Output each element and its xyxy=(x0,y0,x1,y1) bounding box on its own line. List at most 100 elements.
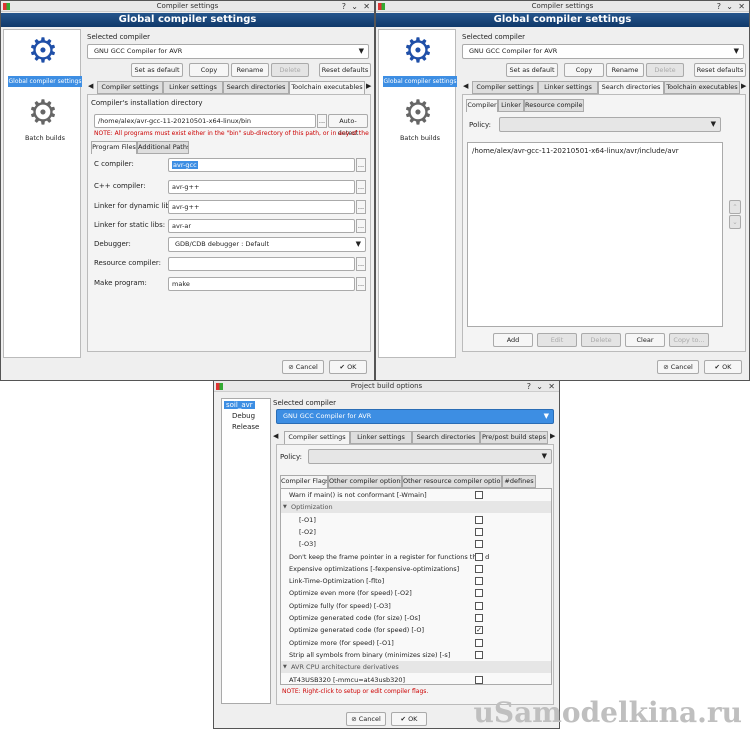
delete-dir-button[interactable]: Delete xyxy=(581,333,621,347)
sidebar-item-global[interactable]: Global compiler settings xyxy=(8,76,82,87)
expand-icon[interactable]: ▼ xyxy=(283,661,287,673)
flag-checkbox[interactable] xyxy=(475,515,483,524)
minimize-icon[interactable]: ⌄ xyxy=(351,1,358,12)
auto-detect-button[interactable]: Auto-detect xyxy=(328,114,368,137)
tab-compiler-settings[interactable]: Compiler settings xyxy=(284,431,350,444)
linker-dynamic-browse-button[interactable]: ... xyxy=(356,200,366,214)
make-program-browse-button[interactable]: ... xyxy=(356,277,366,291)
rename-button[interactable]: Rename xyxy=(231,63,269,77)
close-icon[interactable]: ✕ xyxy=(363,1,370,12)
tab-scroll-right-icon[interactable]: ▶ xyxy=(366,82,371,90)
tab-linker-settings[interactable]: Linker settings xyxy=(538,81,598,94)
flag-group[interactable]: ▼ AVR CPU architecture derivatives xyxy=(281,661,551,674)
tab-scroll-right-icon[interactable]: ▶ xyxy=(741,82,746,90)
compiler-dropdown[interactable]: GNU GCC Compiler for AVR ▼ xyxy=(276,409,554,424)
sidebar-item-global[interactable]: Global compiler settings xyxy=(383,76,457,87)
flag-checkbox[interactable] xyxy=(475,564,483,573)
flag-checkbox[interactable] xyxy=(475,589,483,598)
help-icon[interactable]: ? xyxy=(342,1,346,12)
tab-scroll-left-icon[interactable]: ◀ xyxy=(463,82,468,90)
linker-static-browse-button[interactable]: ... xyxy=(356,219,366,233)
subtab-other-compiler-options[interactable]: Other compiler options xyxy=(328,475,402,488)
sidebar-item-batch[interactable]: Batch builds xyxy=(383,134,457,142)
make-program-input[interactable]: make xyxy=(168,277,355,291)
sidebar-item-batch[interactable]: Batch builds xyxy=(8,134,82,142)
clear-dirs-button[interactable]: Clear xyxy=(625,333,665,347)
flag-row[interactable]: [-O2] xyxy=(281,526,551,538)
flag-row[interactable]: Warn if main() is not conformant [-Wmain… xyxy=(281,489,551,501)
tree-item-root[interactable]: soil_avr xyxy=(224,401,255,409)
subtab-linker[interactable]: Linker xyxy=(498,99,524,112)
flag-checkbox[interactable] xyxy=(475,540,483,549)
flag-row[interactable]: [-O3] xyxy=(281,538,551,550)
debugger-dropdown[interactable]: GDB/CDB debugger : Default ▼ xyxy=(168,237,366,252)
flag-row[interactable]: Strip all symbols from binary (minimizes… xyxy=(281,649,551,661)
ok-button[interactable]: ✔ OK xyxy=(704,360,742,374)
flag-checkbox[interactable] xyxy=(475,577,483,586)
tab-linker-settings[interactable]: Linker settings xyxy=(163,81,223,94)
flag-row[interactable]: [-O1] xyxy=(281,514,551,526)
policy-dropdown[interactable]: ▼ xyxy=(499,117,721,132)
move-up-button[interactable]: ⌃ xyxy=(729,200,741,214)
c-compiler-browse-button[interactable]: ... xyxy=(356,158,366,172)
flag-row[interactable]: Optimize fully (for speed) [-O3] xyxy=(281,600,551,612)
policy-dropdown[interactable]: ▼ xyxy=(308,449,552,464)
tab-scroll-right-icon[interactable]: ▶ xyxy=(550,432,555,440)
close-icon[interactable]: ✕ xyxy=(738,1,745,12)
delete-button[interactable]: Delete xyxy=(646,63,684,77)
expand-icon[interactable]: ▼ xyxy=(283,501,287,513)
edit-dir-button[interactable]: Edit xyxy=(537,333,577,347)
flag-checkbox[interactable] xyxy=(475,675,483,684)
close-icon[interactable]: ✕ xyxy=(548,381,555,392)
subtab-program-files[interactable]: Program Files xyxy=(91,141,137,154)
tab-linker-settings[interactable]: Linker settings xyxy=(350,431,412,444)
flag-row[interactable]: Expensive optimizations [-fexpensive-opt… xyxy=(281,563,551,575)
resource-compiler-browse-button[interactable]: ... xyxy=(356,257,366,271)
set-default-button[interactable]: Set as default xyxy=(131,63,183,77)
flag-checkbox[interactable] xyxy=(475,491,483,499)
tab-compiler-settings[interactable]: Compiler settings xyxy=(472,81,538,94)
linker-dynamic-input[interactable]: avr-g++ xyxy=(168,200,355,214)
copy-button[interactable]: Copy xyxy=(189,63,229,77)
help-icon[interactable]: ? xyxy=(527,381,531,392)
flag-row[interactable]: Optimize more (for speed) [-O1] xyxy=(281,637,551,649)
subtab-defines[interactable]: #defines xyxy=(502,475,536,488)
linker-static-input[interactable]: avr-ar xyxy=(168,219,355,233)
flag-row[interactable]: Optimize generated code (for size) [-Os] xyxy=(281,612,551,624)
ok-button[interactable]: ✔ OK xyxy=(329,360,367,374)
flag-row[interactable]: Link-Time-Optimization [-flto] xyxy=(281,575,551,587)
tab-scroll-left-icon[interactable]: ◀ xyxy=(88,82,93,90)
directory-list[interactable]: /home/alex/avr-gcc-11-20210501-x64-linux… xyxy=(467,142,723,327)
flag-row[interactable]: Don't keep the frame pointer in a regist… xyxy=(281,551,551,563)
tab-scroll-left-icon[interactable]: ◀ xyxy=(273,432,278,440)
tab-search-directories[interactable]: Search directories xyxy=(412,431,480,444)
tab-toolchain-executables[interactable]: Toolchain executables xyxy=(664,81,740,94)
tab-compiler-settings[interactable]: Compiler settings xyxy=(97,81,163,94)
move-down-button[interactable]: ⌄ xyxy=(729,215,741,229)
reset-defaults-button[interactable]: Reset defaults xyxy=(319,63,371,77)
set-default-button[interactable]: Set as default xyxy=(506,63,558,77)
compiler-flags-list[interactable]: Warn if main() is not conformant [-Wmain… xyxy=(280,488,552,685)
cancel-button[interactable]: ⊘ Cancel xyxy=(346,712,386,726)
add-dir-button[interactable]: Add xyxy=(493,333,533,347)
flag-checkbox[interactable] xyxy=(475,601,483,610)
tab-search-directories[interactable]: Search directories xyxy=(223,81,289,94)
tree-item-debug[interactable]: Debug xyxy=(232,412,255,420)
minimize-icon[interactable]: ⌄ xyxy=(536,381,543,392)
copy-button[interactable]: Copy xyxy=(564,63,604,77)
tab-pre-post-build[interactable]: Pre/post build steps xyxy=(480,431,548,444)
cancel-button[interactable]: ⊘ Cancel xyxy=(657,360,699,374)
minimize-icon[interactable]: ⌄ xyxy=(726,1,733,12)
cancel-button[interactable]: ⊘ Cancel xyxy=(282,360,324,374)
flag-checkbox[interactable] xyxy=(475,638,483,647)
tab-toolchain-executables[interactable]: Toolchain executables xyxy=(289,81,365,94)
resource-compiler-input[interactable] xyxy=(168,257,355,271)
flag-checkbox[interactable] xyxy=(475,614,483,622)
subtab-compiler[interactable]: Compiler xyxy=(466,99,498,112)
cpp-compiler-input[interactable]: avr-g++ xyxy=(168,180,355,194)
flag-group[interactable]: ▼ Optimization xyxy=(281,501,551,514)
subtab-resource-compiler[interactable]: Resource compiler xyxy=(524,99,584,112)
compiler-dropdown[interactable]: GNU GCC Compiler for AVR ▼ xyxy=(87,44,369,59)
subtab-other-resource-options[interactable]: Other resource compiler options xyxy=(402,475,502,488)
delete-button[interactable]: Delete xyxy=(271,63,309,77)
